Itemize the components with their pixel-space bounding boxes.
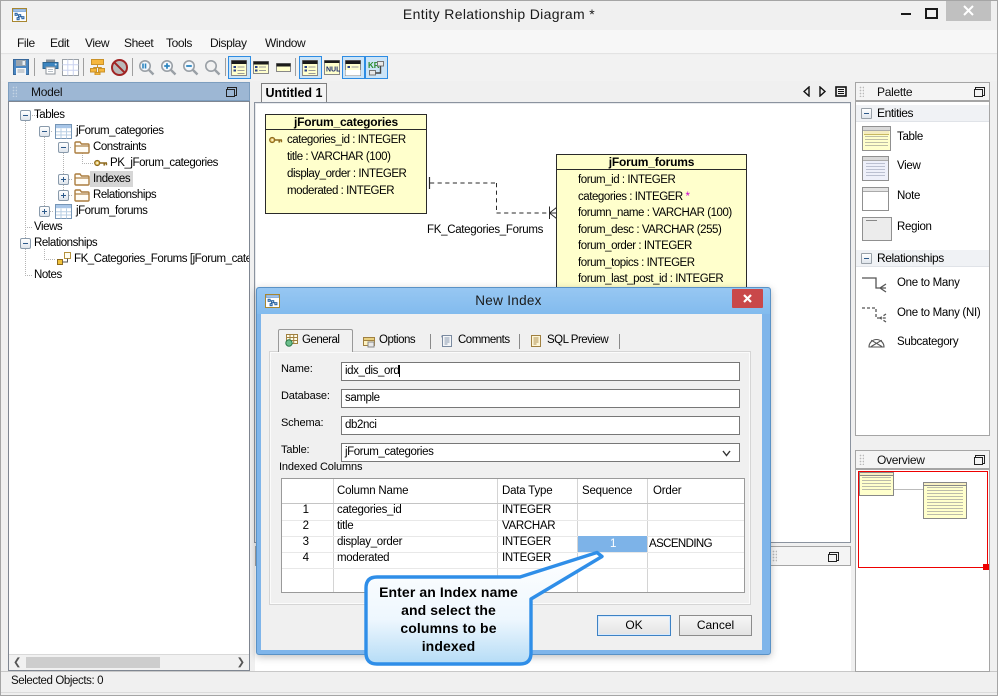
svg-text:NUL: NUL bbox=[326, 67, 340, 74]
